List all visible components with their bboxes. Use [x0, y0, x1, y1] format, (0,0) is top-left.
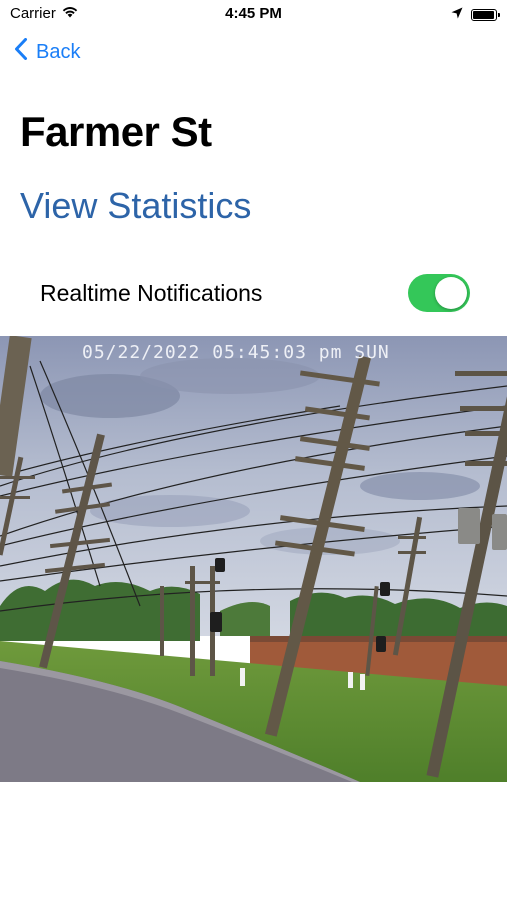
notifications-label: Realtime Notifications: [40, 279, 263, 306]
camera-image: 05/22/2022 05:45:03 pm SUN: [0, 336, 507, 782]
chevron-left-icon: [14, 38, 28, 66]
status-bar: Carrier 4:45 PM: [0, 0, 507, 30]
toggle-knob: [435, 277, 467, 309]
clock: 4:45 PM: [225, 5, 282, 22]
notifications-row: Realtime Notifications: [40, 272, 470, 314]
view-statistics-link[interactable]: View Statistics: [20, 185, 251, 227]
battery-fill: [473, 11, 494, 19]
back-button[interactable]: Back: [14, 38, 80, 66]
status-right: [451, 6, 500, 24]
location-arrow-icon: [451, 6, 463, 24]
page-title: Farmer St: [20, 108, 212, 155]
notifications-toggle[interactable]: [408, 274, 470, 312]
back-label: Back: [36, 40, 81, 63]
camera-timestamp: 05/22/2022 05:45:03 pm SUN: [82, 342, 390, 363]
battery-icon: [471, 9, 500, 21]
